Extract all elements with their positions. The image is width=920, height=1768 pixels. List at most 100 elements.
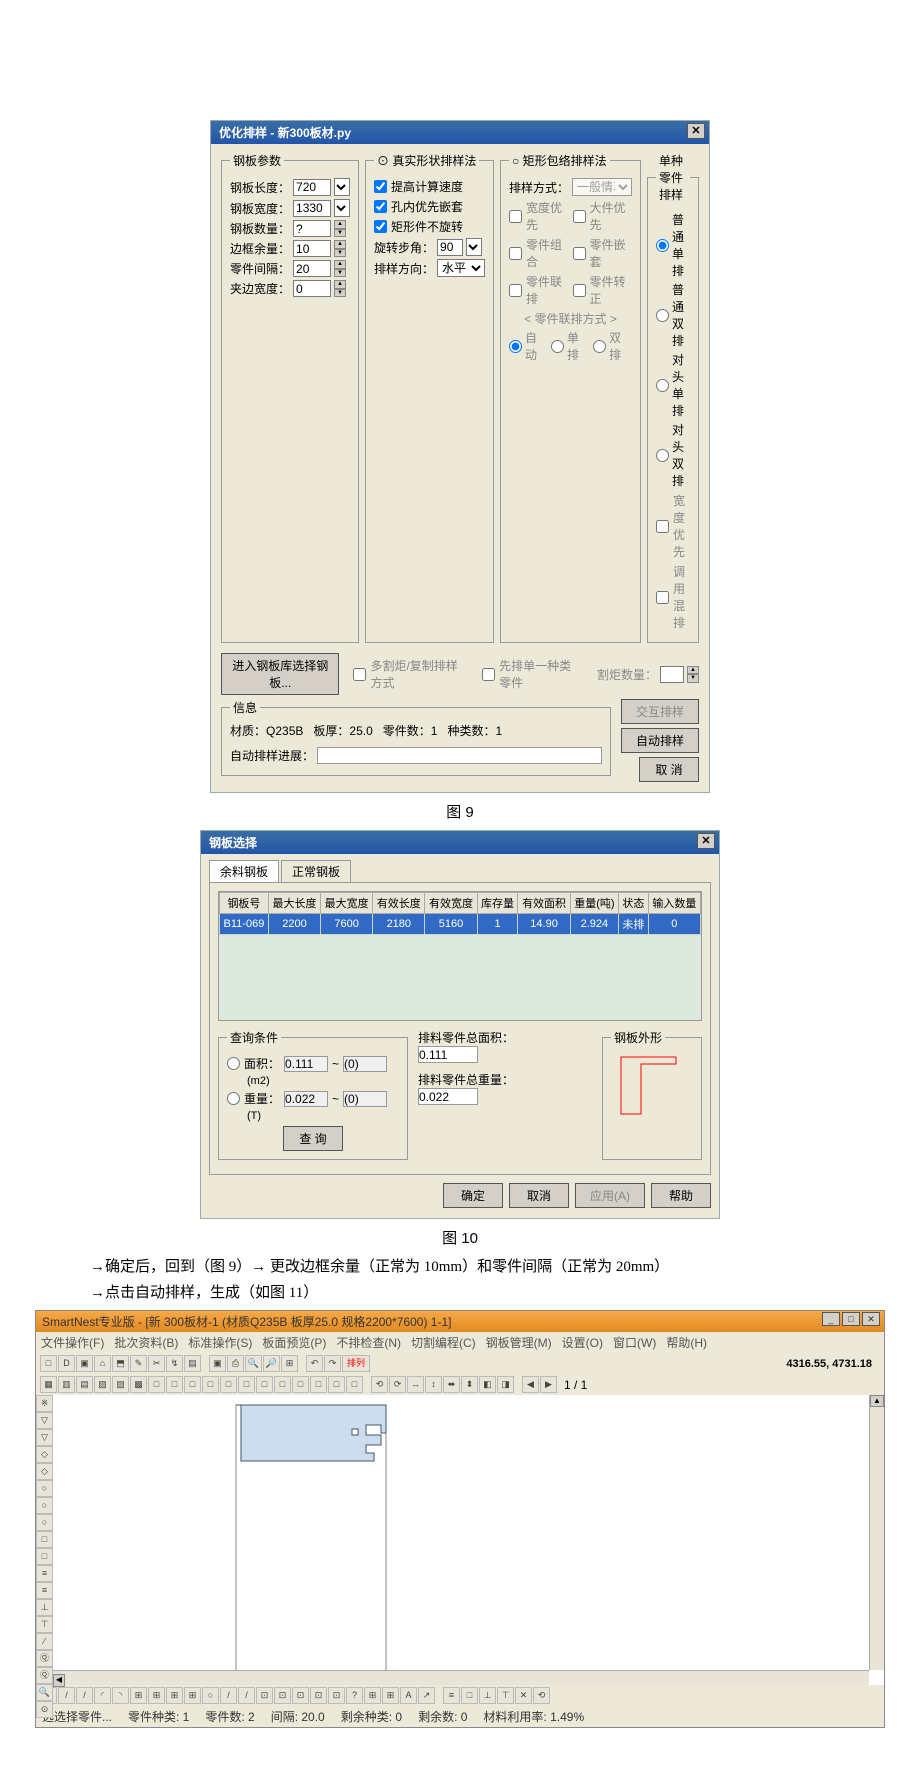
enter-stock-button[interactable]: 进入钢板库选择钢板... — [221, 653, 339, 695]
dir-select[interactable]: 水平 — [437, 259, 485, 277]
btool-icon[interactable]: / — [76, 1687, 93, 1704]
hd-radio[interactable] — [656, 449, 669, 462]
area-radio[interactable] — [227, 1057, 240, 1070]
tool-icon[interactable]: □ — [148, 1376, 165, 1393]
tab-normal[interactable]: 正常钢板 — [281, 860, 351, 882]
wp-cb[interactable] — [656, 520, 669, 533]
tool-icon[interactable]: D — [58, 1355, 75, 1372]
link-cb[interactable] — [509, 284, 522, 297]
menu-std[interactable]: 标准操作(S) — [188, 1334, 252, 1351]
tool-icon[interactable]: □ — [346, 1376, 363, 1393]
gap-input[interactable] — [293, 260, 331, 277]
btool-icon[interactable]: ◝ — [112, 1687, 129, 1704]
hs-radio[interactable] — [656, 379, 669, 392]
menu-cut[interactable]: 切割编程(C) — [411, 1334, 476, 1351]
tool-icon[interactable]: □ — [40, 1355, 57, 1372]
plate-qty-input[interactable] — [293, 220, 331, 237]
tool-icon[interactable]: □ — [238, 1376, 255, 1393]
scrollbar-v[interactable]: ▲ — [869, 1395, 884, 1670]
btool-icon[interactable]: ⊡ — [274, 1687, 291, 1704]
btool-icon[interactable]: / — [58, 1687, 75, 1704]
tool-icon[interactable]: ⟲ — [371, 1376, 388, 1393]
tool-icon[interactable]: □ — [274, 1376, 291, 1393]
tool-icon[interactable]: ✂ — [148, 1355, 165, 1372]
nest-cb[interactable] — [573, 247, 586, 260]
btool-icon[interactable]: ⊡ — [292, 1687, 309, 1704]
close-icon-app[interactable]: ✕ — [862, 1312, 880, 1326]
head-input[interactable] — [293, 280, 331, 297]
tool-icon[interactable]: ⬒ — [112, 1355, 129, 1372]
btool-icon[interactable]: A — [400, 1687, 417, 1704]
tool-icon[interactable]: ↶ — [306, 1355, 323, 1372]
vtool-icon[interactable]: ≡ — [36, 1582, 53, 1599]
tool-icon[interactable]: ⎙ — [227, 1355, 244, 1372]
tool-icon[interactable]: ⬌ — [443, 1376, 460, 1393]
plate-length-input[interactable] — [293, 179, 331, 196]
big-cb[interactable] — [573, 210, 586, 223]
btool-icon[interactable]: ◜ — [94, 1687, 111, 1704]
ns-radio[interactable] — [656, 239, 669, 252]
first-cb[interactable] — [482, 668, 495, 681]
margin-input[interactable] — [293, 240, 331, 257]
vtool-icon[interactable]: ⊙ — [36, 1701, 53, 1718]
wt-radio[interactable] — [227, 1092, 240, 1105]
speed-cb[interactable] — [374, 180, 387, 193]
interactive-nest-button[interactable]: 交互排样 — [621, 699, 699, 724]
vtool-icon[interactable]: ※ — [36, 1395, 53, 1412]
btool-icon[interactable]: ↗ — [418, 1687, 435, 1704]
help-button[interactable]: 帮助 — [651, 1183, 711, 1208]
drawing-canvas[interactable]: ※▽▽◇◇○○○□□≡≡⊥⊤∕ⓆⓆ🔍⊙ ▲ ◀ — [36, 1395, 884, 1685]
head-spin[interactable]: ▲▼ — [334, 280, 346, 297]
wid-dd[interactable] — [334, 199, 350, 217]
area-to[interactable] — [343, 1056, 387, 1072]
auto-nest-button[interactable]: 自动排样 — [621, 728, 699, 753]
wt-from[interactable] — [284, 1091, 328, 1107]
btool-icon[interactable]: ⊞ — [382, 1687, 399, 1704]
table-row[interactable]: B11-0692200760021805160114.902.924未排0 — [220, 914, 701, 935]
btool-icon[interactable]: ⊥ — [479, 1687, 496, 1704]
menu-preview[interactable]: 板面预览(P) — [262, 1334, 326, 1351]
tool-icon[interactable]: 🔎 — [263, 1355, 280, 1372]
apply-button[interactable]: 应用(A) — [575, 1183, 645, 1208]
query-button[interactable]: 查 询 — [283, 1126, 343, 1151]
menu-file[interactable]: 文件操作(F) — [41, 1334, 104, 1351]
cancel-button[interactable]: 取 消 — [639, 757, 699, 782]
vtool-icon[interactable]: ○ — [36, 1497, 53, 1514]
tool-icon[interactable]: ◧ — [479, 1376, 496, 1393]
min-icon[interactable]: _ — [822, 1312, 840, 1326]
vtool-icon[interactable]: ▽ — [36, 1412, 53, 1429]
btool-icon[interactable]: ≡ — [443, 1687, 460, 1704]
cancel-button-10[interactable]: 取消 — [509, 1183, 569, 1208]
btool-icon[interactable]: □ — [461, 1687, 478, 1704]
prev-icon[interactable]: ◀ — [522, 1376, 539, 1393]
max-icon[interactable]: □ — [842, 1312, 860, 1326]
scrollbar-h[interactable]: ◀ — [53, 1670, 869, 1685]
vtool-icon[interactable]: ○ — [36, 1480, 53, 1497]
vtool-icon[interactable]: ▽ — [36, 1429, 53, 1446]
tool-icon[interactable]: □ — [256, 1376, 273, 1393]
single-radio[interactable] — [551, 340, 564, 353]
tool-icon[interactable]: ⬍ — [461, 1376, 478, 1393]
comb-cb[interactable] — [509, 247, 522, 260]
align-cb[interactable] — [573, 284, 586, 297]
tool-icon[interactable]: 🔍 — [245, 1355, 262, 1372]
close-icon[interactable]: ✕ — [687, 123, 705, 139]
menu-check[interactable]: 不排检查(N) — [336, 1334, 401, 1351]
tool-icon[interactable]: ↕ — [425, 1376, 442, 1393]
vtool-icon[interactable]: ◇ — [36, 1463, 53, 1480]
tool-icon[interactable]: ▨ — [112, 1376, 129, 1393]
menu-settings[interactable]: 设置(O) — [562, 1334, 603, 1351]
tool-icon[interactable]: ✎ — [130, 1355, 147, 1372]
plate-grid[interactable]: 钢板号最大长度最大宽度有效长度有效宽度库存量有效面积重量(吨)状态输入数量 B1… — [218, 891, 702, 1021]
vtool-icon[interactable]: ◇ — [36, 1446, 53, 1463]
vtool-icon[interactable]: 🔍 — [36, 1684, 53, 1701]
wprio-cb[interactable] — [509, 210, 522, 223]
tool-icon[interactable]: ▧ — [94, 1376, 111, 1393]
auto-radio[interactable] — [509, 340, 522, 353]
tool-icon[interactable]: ▣ — [209, 1355, 226, 1372]
btool-icon[interactable]: ⊞ — [130, 1687, 147, 1704]
tool-icon[interactable]: ↔ — [407, 1376, 424, 1393]
plate-width-input[interactable] — [293, 200, 331, 217]
tool-icon[interactable]: ↷ — [324, 1355, 341, 1372]
vtool-icon[interactable]: Ⓠ — [36, 1650, 53, 1667]
